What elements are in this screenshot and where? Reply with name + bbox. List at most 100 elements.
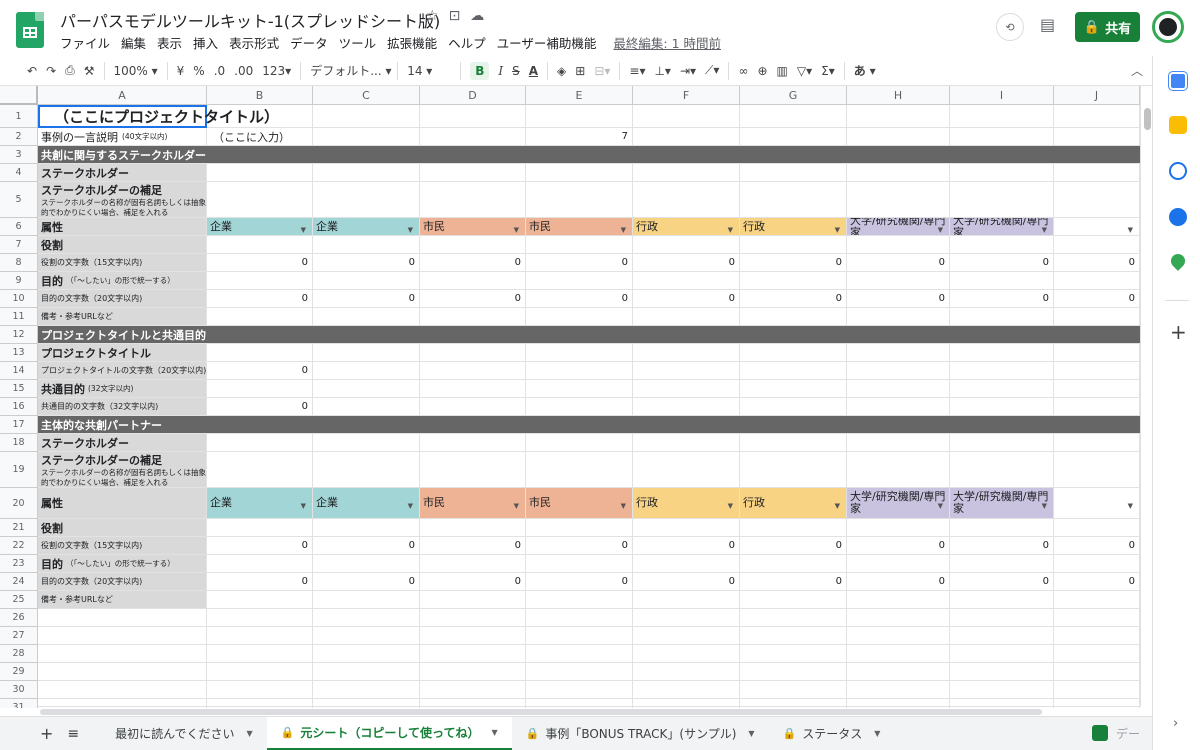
grid-cell[interactable]: [313, 519, 420, 537]
dropdown-arrow-icon[interactable]: ▼: [938, 500, 943, 512]
purpose-count-cell[interactable]: 0: [420, 573, 526, 591]
common-purpose-count-label[interactable]: 共通目的の文字数（32文字以内): [38, 398, 207, 416]
purpose-count-cell[interactable]: 0: [740, 573, 847, 591]
grid-cell[interactable]: [1054, 519, 1140, 537]
column-header[interactable]: J: [1054, 86, 1140, 105]
dropdown-arrow-icon[interactable]: ▼: [938, 224, 943, 236]
grid-cell[interactable]: [207, 555, 313, 573]
project-title-count-label[interactable]: プロジェクトタイトルの文字数（20文字以内): [38, 362, 207, 380]
dropdown-arrow-icon[interactable]: ▼: [301, 500, 306, 512]
grid-cell[interactable]: [526, 627, 633, 645]
role-count-cell[interactable]: 0: [950, 537, 1054, 555]
grid-cell[interactable]: [420, 519, 526, 537]
row-header[interactable]: 27: [0, 627, 38, 645]
doc-title[interactable]: パーパスモデルツールキット-1(スプレッドシート版): [60, 8, 440, 32]
align-horizontal-icon[interactable]: ≡▾: [629, 64, 645, 78]
grid-cell[interactable]: [950, 398, 1054, 416]
grid-cell[interactable]: [1054, 452, 1140, 488]
role-count-cell[interactable]: 0: [207, 537, 313, 555]
role-count-cell[interactable]: 0: [313, 254, 420, 272]
grid-cell[interactable]: [950, 128, 1054, 146]
grid-cell[interactable]: [847, 627, 950, 645]
sheet-tab[interactable]: 最初に読んでください ▼: [101, 717, 267, 750]
grid-cell[interactable]: [207, 164, 313, 182]
grid-cell[interactable]: [420, 182, 526, 218]
grid-cell[interactable]: [633, 344, 740, 362]
grid-cell[interactable]: [633, 434, 740, 452]
grid-cell[interactable]: [207, 681, 313, 699]
sheet-tab[interactable]: 🔒 ステータス ▼: [769, 717, 895, 750]
grid-cell[interactable]: [1054, 645, 1140, 663]
grid-cell[interactable]: [950, 591, 1054, 609]
menu-item[interactable]: 挿入: [193, 33, 218, 52]
version-history-icon[interactable]: ⟲: [996, 13, 1024, 41]
grid-cell[interactable]: [420, 452, 526, 488]
role-count-cell[interactable]: 0: [740, 254, 847, 272]
grid-cell[interactable]: [740, 380, 847, 398]
attribute-dropdown[interactable]: 企業 ▼: [313, 218, 420, 236]
row-header[interactable]: 5: [0, 182, 38, 218]
grid-cell[interactable]: [420, 398, 526, 416]
summary-input-cell[interactable]: （ここに入力）: [207, 128, 313, 146]
percent-button[interactable]: %: [193, 64, 204, 78]
account-avatar[interactable]: [1152, 11, 1184, 43]
grid-cell[interactable]: [950, 236, 1054, 254]
grid-cell[interactable]: [847, 308, 950, 326]
grid-cell[interactable]: [633, 362, 740, 380]
grid-cell[interactable]: [207, 519, 313, 537]
strikethrough-button[interactable]: S: [512, 64, 520, 78]
grid-cell[interactable]: [847, 663, 950, 681]
role-count-cell[interactable]: 0: [420, 254, 526, 272]
grid-cell[interactable]: [38, 627, 207, 645]
calendar-icon[interactable]: [1169, 72, 1187, 90]
cloud-saved-icon[interactable]: ☁: [470, 8, 484, 24]
grid-cell[interactable]: [633, 128, 740, 146]
tasks-icon[interactable]: [1169, 162, 1187, 180]
grid-cell[interactable]: [740, 681, 847, 699]
attribute-dropdown[interactable]: 行政 ▼: [740, 488, 847, 519]
grid-cell[interactable]: [950, 272, 1054, 290]
row-header[interactable]: 12: [0, 326, 38, 344]
grid-cell[interactable]: [38, 663, 207, 681]
menu-item[interactable]: 表示形式: [229, 33, 279, 52]
row-header[interactable]: 21: [0, 519, 38, 537]
grid-cell[interactable]: [526, 344, 633, 362]
column-header[interactable]: H: [847, 86, 950, 105]
grid-cell[interactable]: [847, 236, 950, 254]
decrease-decimal-button[interactable]: .0: [214, 64, 225, 78]
grid-cell[interactable]: [740, 591, 847, 609]
grid-cell[interactable]: [847, 609, 950, 627]
grid-cell[interactable]: [526, 645, 633, 663]
attribute-dropdown[interactable]: 企業 ▼: [313, 488, 420, 519]
grid-cell[interactable]: [950, 681, 1054, 699]
row-header[interactable]: 2: [0, 128, 38, 146]
grid-cell[interactable]: [950, 434, 1054, 452]
grid-cell[interactable]: [1054, 434, 1140, 452]
grid-cell[interactable]: [847, 272, 950, 290]
grid-cell[interactable]: [633, 681, 740, 699]
stakeholder-label[interactable]: ステークホルダー: [38, 164, 207, 182]
role-count-cell[interactable]: 0: [950, 254, 1054, 272]
grid-cell[interactable]: [526, 609, 633, 627]
grid-cell[interactable]: [740, 434, 847, 452]
attribute-dropdown[interactable]: 市民 ▼: [526, 218, 633, 236]
dropdown-arrow-icon[interactable]: ▼: [728, 500, 733, 512]
grid-cell[interactable]: [207, 380, 313, 398]
insert-chart-icon[interactable]: ▥: [777, 64, 788, 78]
text-rotate-icon[interactable]: ⟋▾: [705, 63, 719, 78]
grid-cell[interactable]: [313, 434, 420, 452]
attribute-dropdown[interactable]: ▼: [1054, 488, 1140, 519]
stakeholder-supplement-cell[interactable]: ステークホルダーの補足 ステークホルダーの名称が固有名詞もしくは抽象的でわかりにく…: [38, 452, 207, 488]
grid-cell[interactable]: [1054, 272, 1140, 290]
summary-label-cell[interactable]: 事例の一言説明 (40文字以内): [38, 128, 207, 146]
menu-item[interactable]: ユーザー補助機能: [497, 33, 597, 52]
purpose-count-cell[interactable]: 0: [950, 290, 1054, 308]
sheets-logo-icon[interactable]: [16, 12, 44, 48]
row-header[interactable]: 17: [0, 416, 38, 434]
grid-cell[interactable]: [207, 236, 313, 254]
grid-cell[interactable]: [420, 128, 526, 146]
row-header[interactable]: 14: [0, 362, 38, 380]
select-all-corner[interactable]: [0, 86, 38, 105]
grid-cell[interactable]: [420, 344, 526, 362]
section-project-purpose[interactable]: プロジェクトタイトルと共通目的: [38, 326, 1140, 344]
